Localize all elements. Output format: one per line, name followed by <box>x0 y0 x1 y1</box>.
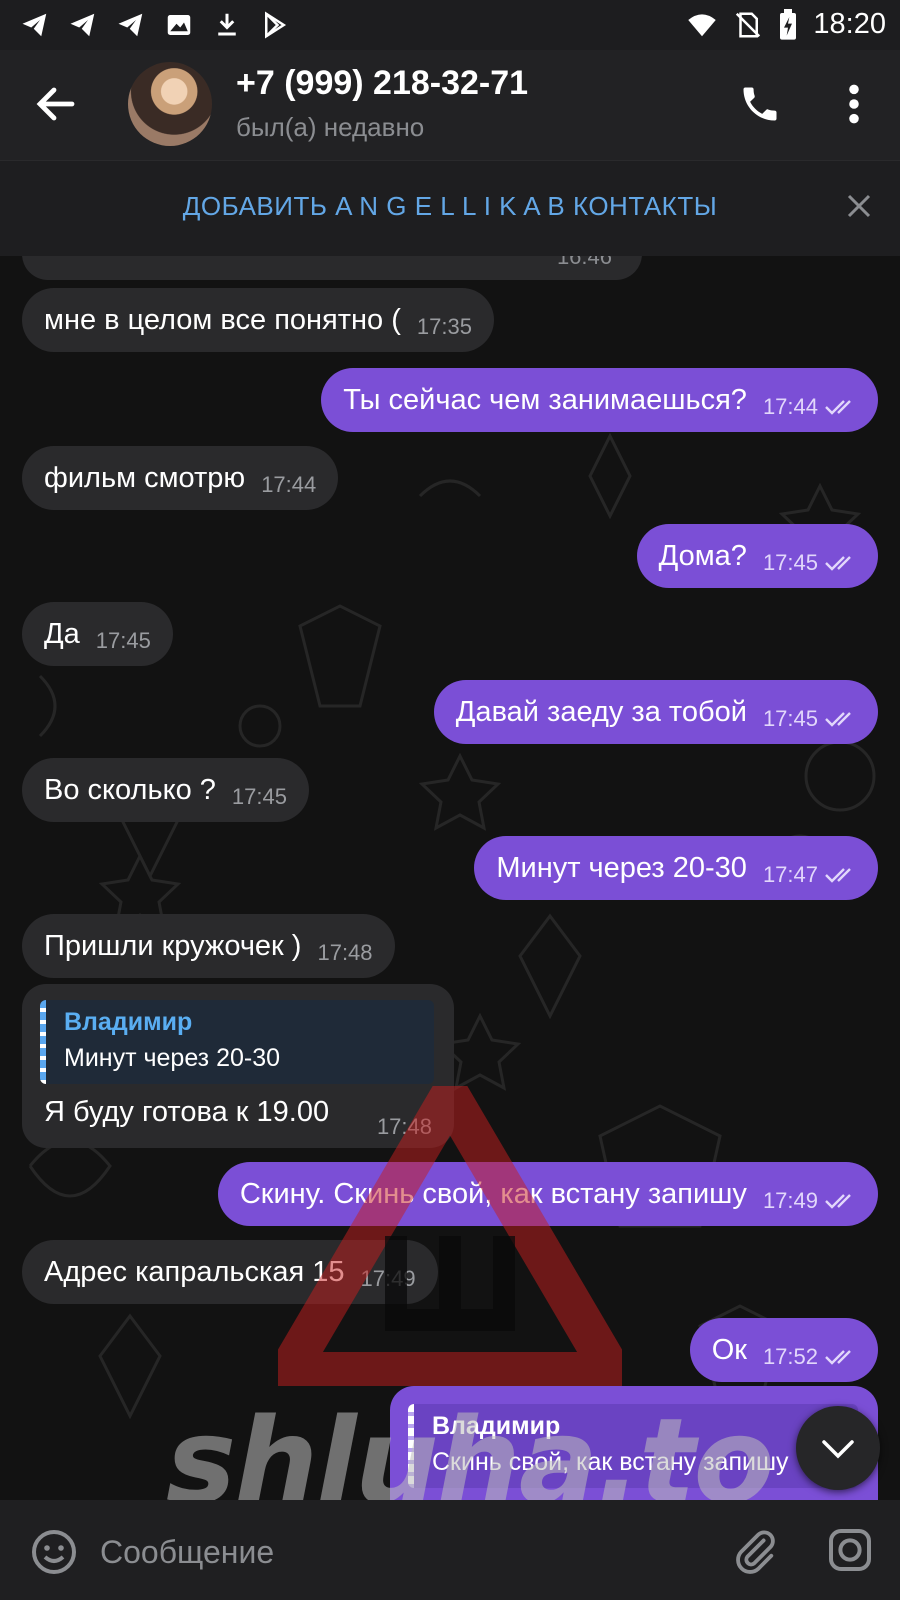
reply-quote[interactable]: Владимир Минут через 20-30 <box>40 1000 434 1084</box>
add-contact-bar: ДОБАВИТЬ A N G E L L I K A В КОНТАКТЫ <box>0 160 900 257</box>
avatar[interactable] <box>128 62 212 146</box>
message-text: Ок <box>711 1333 747 1366</box>
outgoing-message[interactable]: Минут через 20-30 17:47 <box>474 836 878 900</box>
incoming-reply-message[interactable]: Владимир Минут через 20-30 Я буду готова… <box>22 984 454 1148</box>
close-icon[interactable] <box>844 191 874 221</box>
quote-bar <box>408 1404 414 1488</box>
double-check-icon <box>825 400 851 415</box>
message-time: 17:44 <box>261 472 317 497</box>
incoming-message[interactable]: Да 17:45 <box>22 602 173 666</box>
incoming-message[interactable]: Пришли кружочек ) 17:48 <box>22 914 395 978</box>
outgoing-message[interactable]: Ок 17:52 <box>689 1318 878 1382</box>
telegram-icon <box>22 13 47 37</box>
wifi-icon <box>688 13 717 36</box>
emoji-icon[interactable] <box>30 1528 78 1576</box>
video-message-icon[interactable] <box>826 1526 874 1574</box>
message-list[interactable]: 16:46 мне в целом все понятно ( 17:35 Ты… <box>0 256 900 1500</box>
message-text: Пришли кружочек ) <box>44 929 302 962</box>
message-text: мне в целом все понятно ( <box>44 303 401 336</box>
notification-icons <box>18 10 292 40</box>
outgoing-message[interactable]: Давай заеду за тобой 17:45 <box>433 680 878 744</box>
chat-title[interactable]: +7 (999) 218-32-71 <box>236 64 528 103</box>
telegram-icon <box>70 13 95 37</box>
message-text: Скину. Скинь свой, как встану запишу <box>239 1177 747 1210</box>
status-bar: 18:20 <box>0 0 900 50</box>
message-text: Да <box>44 617 80 650</box>
message-text: Дома? <box>658 539 747 572</box>
outgoing-message[interactable]: Скину. Скинь свой, как встану запишу 17:… <box>217 1162 878 1226</box>
double-check-icon <box>825 712 851 727</box>
incoming-message[interactable]: мне в целом все понятно ( 17:35 <box>22 288 494 352</box>
message-time: 17:48 <box>376 1114 432 1139</box>
scroll-down-button[interactable] <box>796 1406 880 1490</box>
double-check-icon <box>825 556 851 571</box>
message-text: Я буду готова к 19.00 <box>44 1096 330 1128</box>
clock: 18:20 <box>813 8 886 40</box>
message-text: Давай заеду за тобой <box>455 695 747 728</box>
message-time: 17:45 <box>762 550 818 575</box>
incoming-message[interactable]: фильм смотрю 17:44 <box>22 446 339 510</box>
message-text: Ты сейчас чем занимаешься? <box>343 383 747 416</box>
message-time: 17:48 <box>317 940 373 965</box>
message-text: Адрес капральская 15 <box>44 1255 345 1288</box>
message-text: фильм смотрю <box>44 461 246 494</box>
quote-author: Владимир <box>432 1412 561 1440</box>
message-input[interactable] <box>98 1528 662 1576</box>
incoming-message[interactable]: Адрес капральская 15 17:49 <box>22 1240 438 1304</box>
message-time: 16:46 <box>556 256 612 269</box>
double-check-icon <box>825 1194 851 1209</box>
quote-text: Скинь свой, как встану запишу <box>432 1448 789 1476</box>
message-time: 17:45 <box>231 784 287 809</box>
no-sim-icon <box>736 12 761 37</box>
back-arrow-icon[interactable] <box>32 80 80 128</box>
incoming-message[interactable]: Во сколько ? 17:45 <box>22 758 309 822</box>
double-check-icon <box>825 868 851 883</box>
message-time: 17:49 <box>360 1266 416 1291</box>
more-vert-icon[interactable] <box>846 82 862 126</box>
double-check-icon <box>825 1350 851 1365</box>
message-time: 17:47 <box>762 862 818 887</box>
message-time: 17:52 <box>762 1344 818 1369</box>
outgoing-message[interactable]: Дома? 17:45 <box>636 524 878 588</box>
quote-author: Владимир <box>64 1008 193 1036</box>
play-store-icon <box>265 11 287 39</box>
phone-icon[interactable] <box>738 82 782 126</box>
message-time: 17:35 <box>416 314 472 339</box>
system-icons: 18:20 <box>685 8 886 41</box>
message-composer <box>0 1500 900 1600</box>
last-seen-status: был(а) недавно <box>236 112 425 142</box>
message-time: 17:49 <box>762 1188 818 1213</box>
outgoing-message[interactable]: Ты сейчас чем занимаешься? 17:44 <box>321 368 878 432</box>
message-text: Во сколько ? <box>44 773 216 806</box>
quote-text: Минут через 20-30 <box>64 1044 281 1072</box>
telegram-icon <box>118 13 143 37</box>
quote-bar <box>40 1000 46 1084</box>
image-icon <box>167 15 191 35</box>
partial-message[interactable]: 16:46 <box>22 256 642 280</box>
message-time: 17:45 <box>95 628 151 653</box>
reply-quote[interactable]: Владимир Скинь свой, как встану запишу <box>408 1404 858 1488</box>
chevron-down-icon <box>822 1440 854 1459</box>
battery-charging-icon <box>780 8 797 40</box>
download-icon <box>218 13 236 36</box>
chat-header: +7 (999) 218-32-71 был(а) недавно <box>0 50 900 160</box>
attach-icon[interactable] <box>732 1526 778 1576</box>
message-time: 17:44 <box>762 394 818 419</box>
message-time: 17:45 <box>762 706 818 731</box>
add-contact-button[interactable]: ДОБАВИТЬ A N G E L L I K A В КОНТАКТЫ <box>0 191 900 222</box>
message-text: Минут через 20-30 <box>496 851 747 884</box>
